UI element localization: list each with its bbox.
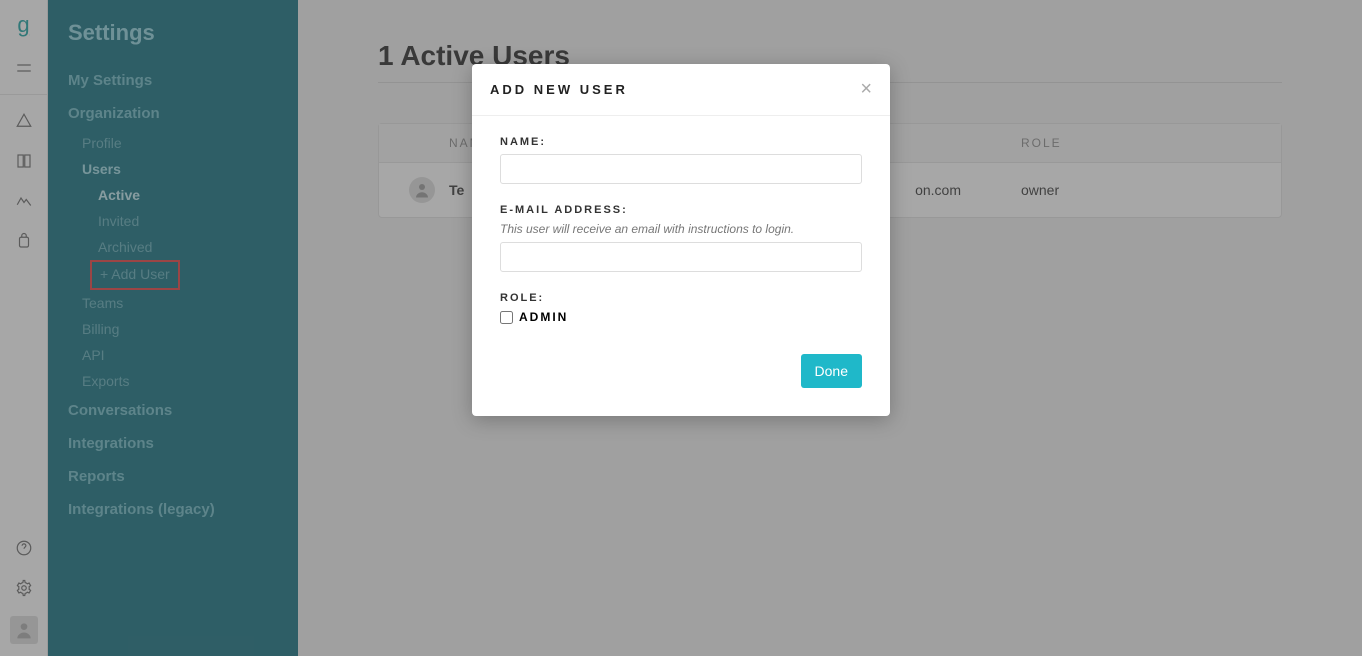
role-field-group: ROLE: ADMIN: [500, 292, 862, 324]
name-input[interactable]: [500, 154, 862, 184]
name-field-group: NAME:: [500, 136, 862, 184]
admin-checkbox[interactable]: [500, 311, 513, 324]
admin-label[interactable]: ADMIN: [519, 310, 568, 324]
done-button[interactable]: Done: [801, 354, 862, 388]
modal-header: ADD NEW USER ×: [472, 64, 890, 116]
modal-title: ADD NEW USER: [490, 82, 628, 97]
email-helper: This user will receive an email with ins…: [500, 222, 862, 236]
email-field-group: E-MAIL ADDRESS: This user will receive a…: [500, 204, 862, 272]
email-input[interactable]: [500, 242, 862, 272]
email-label: E-MAIL ADDRESS:: [500, 204, 862, 216]
name-label: NAME:: [500, 136, 862, 148]
role-label: ROLE:: [500, 292, 862, 304]
add-user-modal: ADD NEW USER × NAME: E-MAIL ADDRESS: Thi…: [472, 64, 890, 416]
close-icon[interactable]: ×: [860, 78, 872, 101]
